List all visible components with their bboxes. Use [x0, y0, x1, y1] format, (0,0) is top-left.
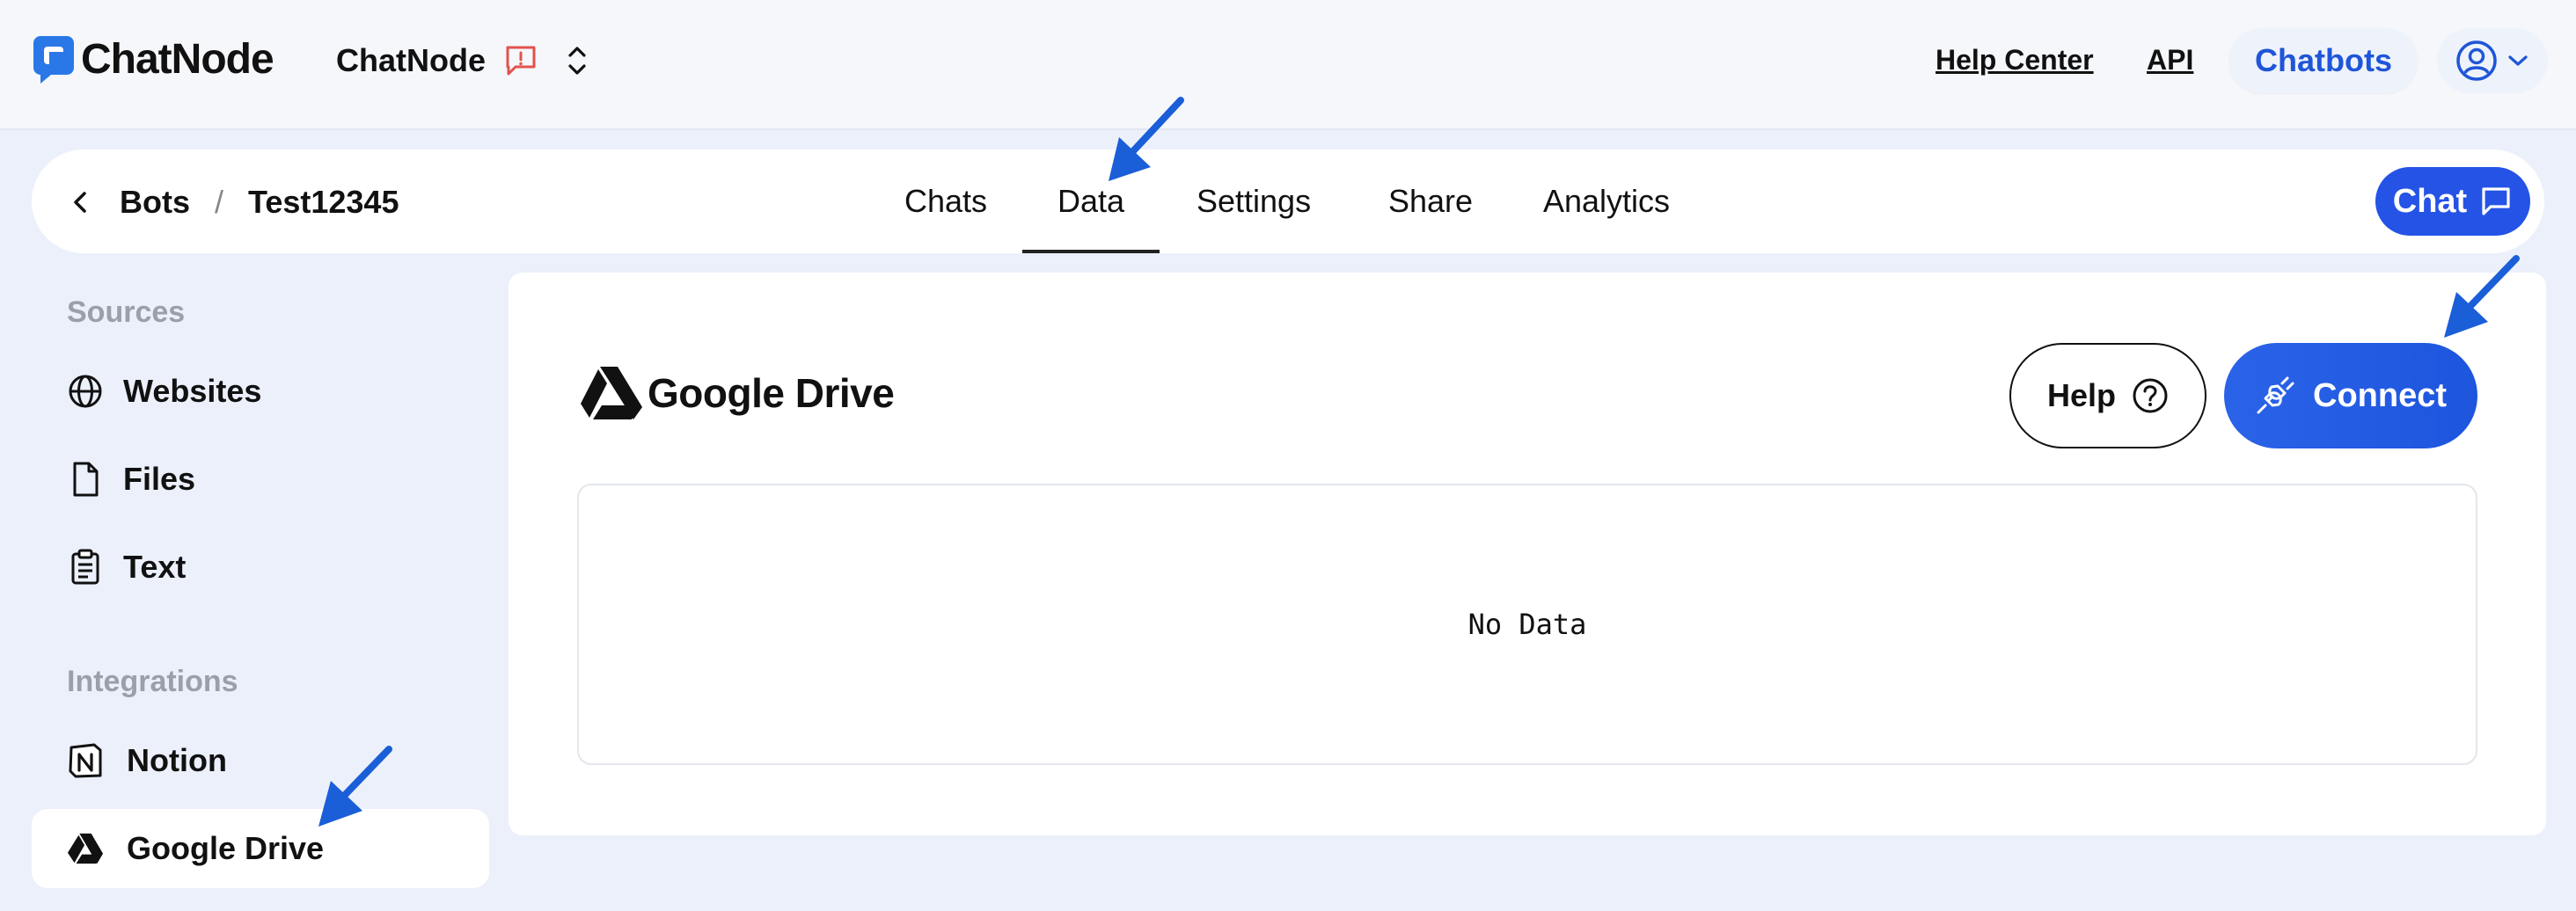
plug-icon — [2257, 376, 2294, 414]
question-circle-icon — [2133, 378, 2168, 413]
chatbots-button[interactable]: Chatbots — [2229, 28, 2418, 93]
chat-button-label: Chat — [2392, 182, 2468, 220]
sidebar-item-notion[interactable]: Notion — [32, 721, 489, 800]
empty-state-text: No Data — [1467, 608, 1587, 641]
chevron-down-icon — [2508, 55, 2528, 66]
chatnode-logo-icon — [33, 36, 74, 84]
annotation-arrow-icon — [2444, 255, 2520, 338]
tab-analytics[interactable]: Analytics — [1543, 183, 1670, 220]
tab-settings[interactable]: Settings — [1197, 183, 1311, 220]
connect-button[interactable]: Connect — [2224, 343, 2477, 448]
sidebar-item-text[interactable]: Text — [32, 528, 489, 607]
help-center-link[interactable]: Help Center — [1936, 44, 2094, 77]
user-avatar-icon — [2456, 40, 2497, 81]
message-square-icon — [2482, 187, 2510, 215]
sidebar-item-google-drive[interactable]: Google Drive — [32, 809, 489, 888]
tab-share[interactable]: Share — [1388, 183, 1473, 220]
annotation-arrow-icon — [318, 746, 392, 827]
file-icon — [67, 461, 104, 498]
sidebar-item-websites[interactable]: Websites — [32, 352, 489, 431]
logo-text: ChatNode — [81, 35, 274, 83]
sidebar-item-label: Websites — [123, 373, 262, 409]
clipboard-icon — [67, 549, 104, 586]
globe-icon — [67, 373, 104, 410]
tab-list: Chats Data Settings Share Analytics — [32, 149, 2544, 253]
help-button-label: Help — [2046, 377, 2116, 413]
user-menu-button[interactable] — [2437, 28, 2548, 93]
active-tab-indicator — [1022, 250, 1160, 253]
google-drive-panel: Google Drive Help Connect No Data — [509, 273, 2546, 835]
notion-icon — [67, 742, 104, 779]
chevron-up-down-icon[interactable] — [561, 41, 593, 80]
logo[interactable]: ChatNode — [32, 33, 274, 84]
sidebar-item-label: Files — [123, 461, 196, 497]
workspace-name: ChatNode — [336, 42, 486, 78]
tab-chats[interactable]: Chats — [904, 183, 987, 220]
feedback-alert-icon[interactable] — [503, 43, 538, 78]
sidebar-item-label: Google Drive — [127, 830, 325, 866]
google-drive-icon — [581, 367, 642, 419]
top-bar: ChatNode ChatNode Help Center API Chatbo… — [0, 0, 2576, 130]
google-drive-icon — [67, 830, 104, 867]
sources-section-title: Sources — [67, 295, 186, 329]
sidebar-item-files[interactable]: Files — [32, 440, 489, 519]
annotation-arrow-icon — [1109, 97, 1184, 181]
data-list-empty: No Data — [577, 484, 2477, 765]
api-link[interactable]: API — [2147, 44, 2193, 77]
chat-button[interactable]: Chat — [2375, 167, 2530, 236]
page-title: Google Drive — [579, 362, 895, 424]
bot-nav-bar: Bots / Test12345 Chats Data Settings Sha… — [32, 149, 2544, 253]
sidebar-item-label: Notion — [127, 742, 227, 778]
sidebar-item-label: Text — [123, 549, 187, 585]
help-button[interactable]: Help — [2009, 343, 2206, 448]
connect-button-label: Connect — [2313, 376, 2447, 414]
integrations-section-title: Integrations — [67, 665, 238, 698]
workspace-switcher[interactable]: ChatNode — [336, 39, 593, 83]
page-title-text: Google Drive — [648, 370, 895, 416]
